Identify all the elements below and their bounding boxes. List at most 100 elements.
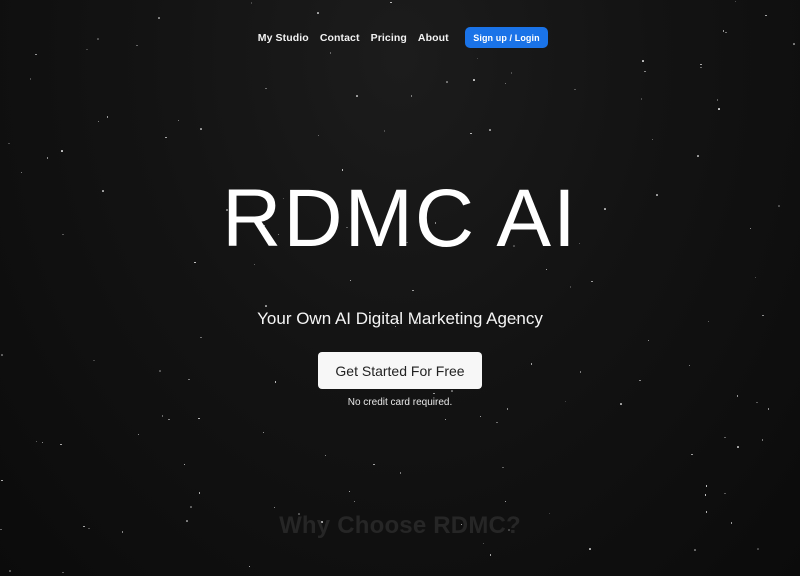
star-dot bbox=[451, 390, 453, 392]
star-dot bbox=[479, 415, 482, 418]
star-dot bbox=[489, 554, 492, 556]
star-dot bbox=[158, 17, 160, 19]
star-dot bbox=[62, 571, 64, 574]
star-dot bbox=[724, 492, 726, 495]
star-dot bbox=[273, 506, 276, 509]
star-dot bbox=[274, 381, 277, 383]
star-dot bbox=[718, 108, 720, 110]
star-dot bbox=[644, 70, 646, 73]
star-dot bbox=[329, 52, 332, 54]
top-navigation: My Studio Contact Pricing About Sign up … bbox=[0, 27, 800, 48]
star-dot bbox=[106, 116, 109, 118]
star-dot bbox=[496, 421, 498, 424]
star-dot bbox=[510, 72, 513, 74]
star-dot bbox=[200, 336, 202, 339]
star-dot bbox=[502, 466, 504, 469]
star-dot bbox=[159, 370, 161, 372]
star-dot bbox=[60, 443, 62, 446]
star-dot bbox=[86, 48, 88, 51]
star-dot bbox=[694, 549, 696, 551]
star-dot bbox=[200, 128, 202, 130]
star-dot bbox=[697, 155, 699, 157]
star-dot bbox=[250, 2, 253, 4]
star-dot bbox=[476, 57, 479, 60]
nav-link-my-studio[interactable]: My Studio bbox=[258, 32, 309, 44]
signup-login-button[interactable]: Sign up / Login bbox=[465, 27, 548, 48]
star-dot bbox=[765, 14, 767, 17]
star-dot bbox=[433, 392, 435, 395]
star-dot bbox=[691, 453, 693, 456]
star-dot bbox=[754, 276, 757, 279]
star-dot bbox=[688, 364, 691, 367]
nav-link-pricing[interactable]: Pricing bbox=[371, 32, 407, 44]
star-dot bbox=[198, 417, 200, 420]
star-dot bbox=[761, 439, 764, 441]
star-dot bbox=[410, 95, 413, 97]
star-dot bbox=[356, 95, 358, 97]
star-dot bbox=[579, 371, 582, 373]
star-dot bbox=[444, 418, 447, 421]
star-dot bbox=[177, 119, 180, 122]
star-dot bbox=[489, 129, 491, 131]
star-dot bbox=[317, 134, 320, 137]
star-dot bbox=[97, 120, 100, 123]
star-dot bbox=[61, 150, 63, 152]
star-dot bbox=[504, 82, 507, 85]
star-dot bbox=[317, 12, 319, 14]
star-dot bbox=[716, 99, 719, 101]
hero-title: RDMC AI bbox=[222, 173, 578, 264]
star-dot bbox=[137, 433, 140, 436]
get-started-button[interactable]: Get Started For Free bbox=[318, 352, 482, 389]
star-dot bbox=[262, 431, 265, 434]
star-dot bbox=[757, 548, 759, 550]
star-dot bbox=[574, 88, 576, 91]
star-dot bbox=[183, 463, 186, 466]
star-dot bbox=[651, 138, 654, 141]
nav-link-contact[interactable]: Contact bbox=[320, 32, 360, 44]
star-dot bbox=[642, 60, 644, 62]
star-dot bbox=[349, 279, 352, 282]
no-credit-card-note: No credit card required. bbox=[347, 397, 453, 408]
star-dot bbox=[198, 492, 201, 494]
star-dot bbox=[767, 408, 770, 410]
star-dot bbox=[265, 87, 267, 90]
star-dot bbox=[737, 446, 739, 448]
star-dot bbox=[473, 79, 475, 81]
star-dot bbox=[194, 261, 196, 264]
star-dot bbox=[705, 485, 708, 487]
star-dot bbox=[734, 0, 737, 3]
star-dot bbox=[8, 142, 10, 145]
star-dot bbox=[446, 81, 448, 83]
star-dot bbox=[390, 1, 392, 4]
star-dot bbox=[700, 66, 702, 69]
star-dot bbox=[341, 169, 344, 171]
star-dot bbox=[506, 408, 509, 410]
nav-link-about[interactable]: About bbox=[418, 32, 449, 44]
star-dot bbox=[545, 268, 548, 271]
star-dot bbox=[412, 289, 414, 292]
star-dot bbox=[324, 454, 327, 457]
star-dot bbox=[168, 418, 170, 421]
star-dot bbox=[700, 63, 702, 66]
star-dot bbox=[93, 359, 95, 362]
star-dot bbox=[9, 570, 11, 572]
why-choose-heading: Why Choose RDMC? bbox=[279, 512, 521, 539]
star-dot bbox=[530, 363, 533, 365]
star-dot bbox=[639, 379, 641, 382]
star-dot bbox=[569, 286, 572, 288]
star-dot bbox=[161, 415, 164, 417]
star-dot bbox=[1, 354, 3, 356]
star-dot bbox=[41, 441, 44, 444]
star-dot bbox=[165, 136, 167, 139]
star-dot bbox=[373, 463, 375, 466]
star-dot bbox=[46, 157, 49, 159]
star-dot bbox=[704, 494, 707, 496]
star-dot bbox=[20, 171, 23, 174]
star-dot bbox=[470, 132, 472, 135]
star-dot bbox=[190, 506, 192, 508]
star-dot bbox=[35, 440, 38, 443]
hero-subtitle: Your Own AI Digital Marketing Agency bbox=[257, 309, 543, 328]
star-dot bbox=[248, 565, 251, 568]
star-dot bbox=[353, 500, 356, 503]
star-dot bbox=[482, 542, 485, 545]
